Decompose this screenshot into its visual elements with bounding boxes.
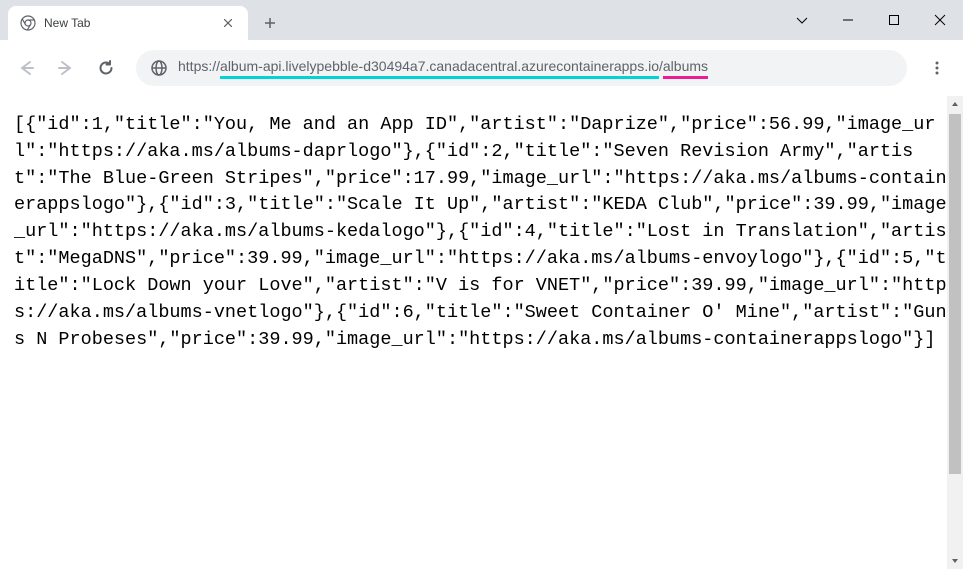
reload-button[interactable]	[88, 50, 124, 86]
content-area: [{"id":1,"title":"You, Me and an App ID"…	[0, 96, 963, 569]
more-vertical-icon	[929, 60, 945, 76]
tab-favicon	[20, 15, 36, 31]
plus-icon	[264, 17, 276, 29]
window-controls	[779, 0, 963, 40]
window-close-button[interactable]	[917, 0, 963, 40]
url-display: https://album-api.livelypebble-d30494a7.…	[178, 58, 708, 79]
url-path: albums	[663, 58, 708, 79]
url-host: album-api.livelypebble-d30494a7.canadace…	[220, 58, 659, 79]
browser-menu-button[interactable]	[919, 50, 955, 86]
maximize-icon	[888, 14, 900, 26]
response-body[interactable]: [{"id":1,"title":"You, Me and an App ID"…	[0, 96, 963, 569]
minimize-icon	[842, 14, 854, 26]
caret-up-icon	[950, 99, 960, 109]
close-icon	[934, 14, 946, 26]
tab-close-button[interactable]	[220, 15, 236, 31]
forward-button[interactable]	[48, 50, 84, 86]
tab-title: New Tab	[44, 16, 212, 30]
close-icon	[224, 19, 232, 27]
reload-icon	[97, 59, 115, 77]
new-tab-button[interactable]	[256, 9, 284, 37]
window-minimize-button[interactable]	[825, 0, 871, 40]
arrow-right-icon	[56, 58, 76, 78]
window-dropdown-button[interactable]	[779, 0, 825, 40]
globe-icon	[150, 59, 168, 77]
vertical-scrollbar[interactable]	[947, 96, 963, 569]
chrome-icon	[20, 15, 36, 31]
scrollbar-up-button[interactable]	[947, 96, 963, 112]
url-scheme: https://	[178, 58, 220, 74]
chevron-down-icon	[795, 13, 809, 27]
browser-toolbar: https://album-api.livelypebble-d30494a7.…	[0, 40, 963, 96]
back-button[interactable]	[8, 50, 44, 86]
browser-tab[interactable]: New Tab	[8, 6, 248, 40]
site-info-button[interactable]	[150, 59, 168, 77]
scrollbar-thumb[interactable]	[949, 114, 961, 474]
window-maximize-button[interactable]	[871, 0, 917, 40]
caret-down-icon	[950, 556, 960, 566]
arrow-left-icon	[16, 58, 36, 78]
address-bar[interactable]: https://album-api.livelypebble-d30494a7.…	[136, 50, 907, 86]
scrollbar-down-button[interactable]	[947, 553, 963, 569]
